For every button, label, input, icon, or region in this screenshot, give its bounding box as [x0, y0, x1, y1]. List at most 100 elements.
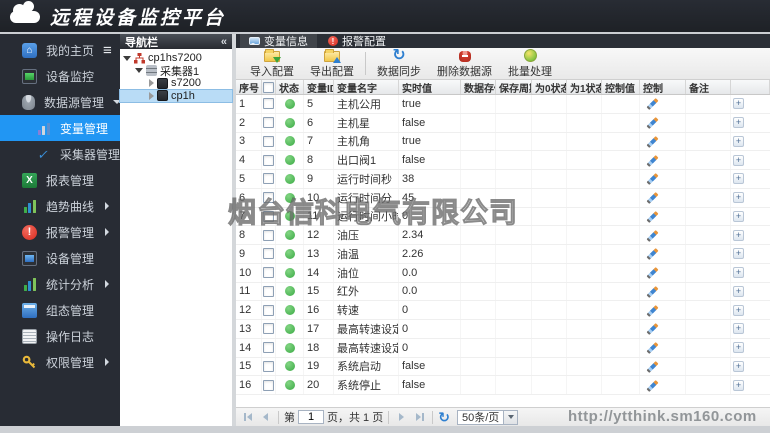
table-row[interactable]: 10 14 油位 0.0 + — [236, 263, 770, 283]
tree-collapsed-icon[interactable] — [149, 91, 154, 100]
column-header-control[interactable]: 控制 — [640, 80, 686, 94]
edit-pencil-icon[interactable] — [646, 379, 659, 392]
column-header-realtime-value[interactable]: 实时值 — [399, 80, 461, 94]
table-row[interactable]: 15 19 系统启动 false + — [236, 357, 770, 377]
data-sync-button[interactable]: ↻ 数据同步 — [369, 47, 429, 79]
expand-row-icon[interactable]: + — [733, 342, 744, 354]
edit-pencil-icon[interactable] — [646, 97, 659, 110]
sidebar-item-device-monitor[interactable]: 设备监控 — [0, 63, 120, 89]
next-page-button[interactable] — [394, 410, 409, 425]
column-header-save-period[interactable]: 保存周期 — [496, 80, 532, 94]
tab-alarm-config[interactable]: ! 报警配置 — [319, 34, 395, 48]
refresh-icon[interactable]: ↻ — [438, 410, 450, 424]
table-row[interactable]: 3 7 主机角 true + — [236, 132, 770, 152]
edit-pencil-icon[interactable] — [646, 341, 659, 354]
column-header-data-storage[interactable]: 数据存储 — [461, 80, 496, 94]
row-checkbox[interactable] — [263, 135, 274, 147]
edit-pencil-icon[interactable] — [646, 210, 659, 223]
sidebar-item-config[interactable]: 组态管理 — [0, 297, 120, 323]
sidebar-item-datasource[interactable]: 数据源管理 — [0, 89, 122, 115]
row-checkbox[interactable] — [263, 210, 274, 222]
expand-row-icon[interactable]: + — [733, 135, 744, 147]
tree-collapsed-icon[interactable] — [149, 79, 154, 88]
select-all-checkbox[interactable] — [263, 82, 274, 93]
table-row[interactable]: 16 20 系统停止 false + — [236, 376, 770, 395]
table-row[interactable]: 4 8 出口阀1 false + — [236, 151, 770, 170]
sidebar-item-log[interactable]: 操作日志 — [0, 323, 120, 349]
edit-pencil-icon[interactable] — [646, 116, 659, 129]
edit-pencil-icon[interactable] — [646, 229, 659, 242]
expand-row-icon[interactable]: + — [733, 248, 744, 260]
table-row[interactable]: 14 18最高转速设定分0 + — [236, 338, 770, 358]
column-header-status[interactable]: 状态 — [276, 80, 304, 94]
page-size-select[interactable]: 50条/页 — [456, 409, 519, 425]
dropdown-button[interactable] — [503, 410, 518, 424]
row-checkbox[interactable] — [263, 342, 274, 354]
import-config-button[interactable]: 导入配置 — [242, 48, 302, 79]
expand-row-icon[interactable]: + — [733, 154, 744, 166]
table-row[interactable]: 1 5 主机公用 true + — [236, 95, 770, 114]
batch-process-button[interactable]: 批量处理 — [500, 48, 560, 79]
edit-pencil-icon[interactable] — [646, 172, 659, 185]
row-checkbox[interactable] — [263, 267, 274, 279]
prev-page-button[interactable] — [258, 410, 273, 425]
expand-row-icon[interactable]: + — [733, 173, 744, 185]
expand-row-icon[interactable]: + — [733, 267, 744, 279]
tree-expanded-icon[interactable] — [135, 68, 143, 74]
row-checkbox[interactable] — [263, 379, 274, 391]
tree-node-cp1h[interactable]: cp1h — [119, 88, 233, 103]
column-header-index[interactable]: 序号 — [236, 80, 262, 94]
table-row[interactable]: 11 15 红外 0.0 + — [236, 282, 770, 302]
edit-pencil-icon[interactable] — [646, 247, 659, 260]
sidebar-item-stats[interactable]: 统计分析 — [0, 271, 120, 297]
row-checkbox[interactable] — [263, 229, 274, 241]
sidebar-item-permission[interactable]: 权限管理 — [0, 349, 120, 375]
sidebar-item-home[interactable]: ⌂ 我的主页 ≡ — [0, 37, 120, 63]
edit-pencil-icon[interactable] — [646, 285, 659, 298]
column-header-state0[interactable]: 为0状态 — [532, 80, 567, 94]
tab-variable-info[interactable]: 变量信息 — [240, 34, 317, 48]
expand-row-icon[interactable]: + — [733, 323, 744, 335]
tree-node-collector1[interactable]: 采集器1 — [120, 65, 232, 78]
export-config-button[interactable]: 导出配置 — [302, 48, 362, 79]
expand-row-icon[interactable]: + — [733, 229, 744, 241]
table-row[interactable]: 8 12 油压 2.34 + — [236, 226, 770, 245]
row-checkbox[interactable] — [263, 192, 274, 204]
table-row[interactable]: 7 11 运行时间小时 0 + — [236, 207, 770, 227]
collapse-panel-icon[interactable]: « — [221, 36, 227, 48]
table-row[interactable]: 9 13 油温 2.26 + — [236, 245, 770, 264]
expand-row-icon[interactable]: + — [733, 379, 744, 391]
edit-pencil-icon[interactable] — [646, 135, 659, 148]
sidebar-item-variable-mgmt[interactable]: 变量管理 — [0, 115, 120, 141]
column-header-control-value[interactable]: 控制值 — [602, 80, 640, 94]
edit-pencil-icon[interactable] — [646, 304, 659, 317]
row-checkbox[interactable] — [263, 304, 274, 316]
row-checkbox[interactable] — [263, 360, 274, 372]
expand-row-icon[interactable]: + — [733, 210, 744, 222]
expand-row-icon[interactable]: + — [733, 117, 744, 129]
table-row[interactable]: 2 6 主机星 false + — [236, 113, 770, 133]
row-checkbox[interactable] — [263, 154, 274, 166]
delete-datasource-button[interactable]: 删除数据源 — [429, 48, 500, 79]
page-number-input[interactable] — [298, 410, 324, 424]
row-checkbox[interactable] — [263, 98, 274, 110]
menu-toggle-icon[interactable]: ≡ — [103, 43, 112, 58]
column-header-remark[interactable]: 备注 — [686, 80, 731, 94]
tree-node-s7200[interactable]: s7200 — [120, 77, 232, 90]
expand-row-icon[interactable]: + — [733, 98, 744, 110]
sidebar-item-report[interactable]: X 报表管理 — [0, 167, 120, 193]
table-row[interactable]: 13 17最高转速设定小时0 + — [236, 320, 770, 339]
table-row[interactable]: 6 10 运行时间分 45 + — [236, 188, 770, 208]
last-page-button[interactable] — [412, 410, 427, 425]
sidebar-item-collector-mgmt[interactable]: ✓ 采集器管理 — [0, 141, 120, 167]
row-checkbox[interactable] — [263, 285, 274, 297]
edit-pencil-icon[interactable] — [646, 266, 659, 279]
expand-row-icon[interactable]: + — [733, 285, 744, 297]
first-page-button[interactable] — [240, 410, 255, 425]
expand-row-icon[interactable]: + — [733, 304, 744, 316]
edit-pencil-icon[interactable] — [646, 360, 659, 373]
tree-expanded-icon[interactable] — [123, 55, 131, 61]
row-checkbox[interactable] — [263, 248, 274, 260]
edit-pencil-icon[interactable] — [646, 191, 659, 204]
column-header-variable-id[interactable]: 变量ID — [304, 80, 334, 94]
